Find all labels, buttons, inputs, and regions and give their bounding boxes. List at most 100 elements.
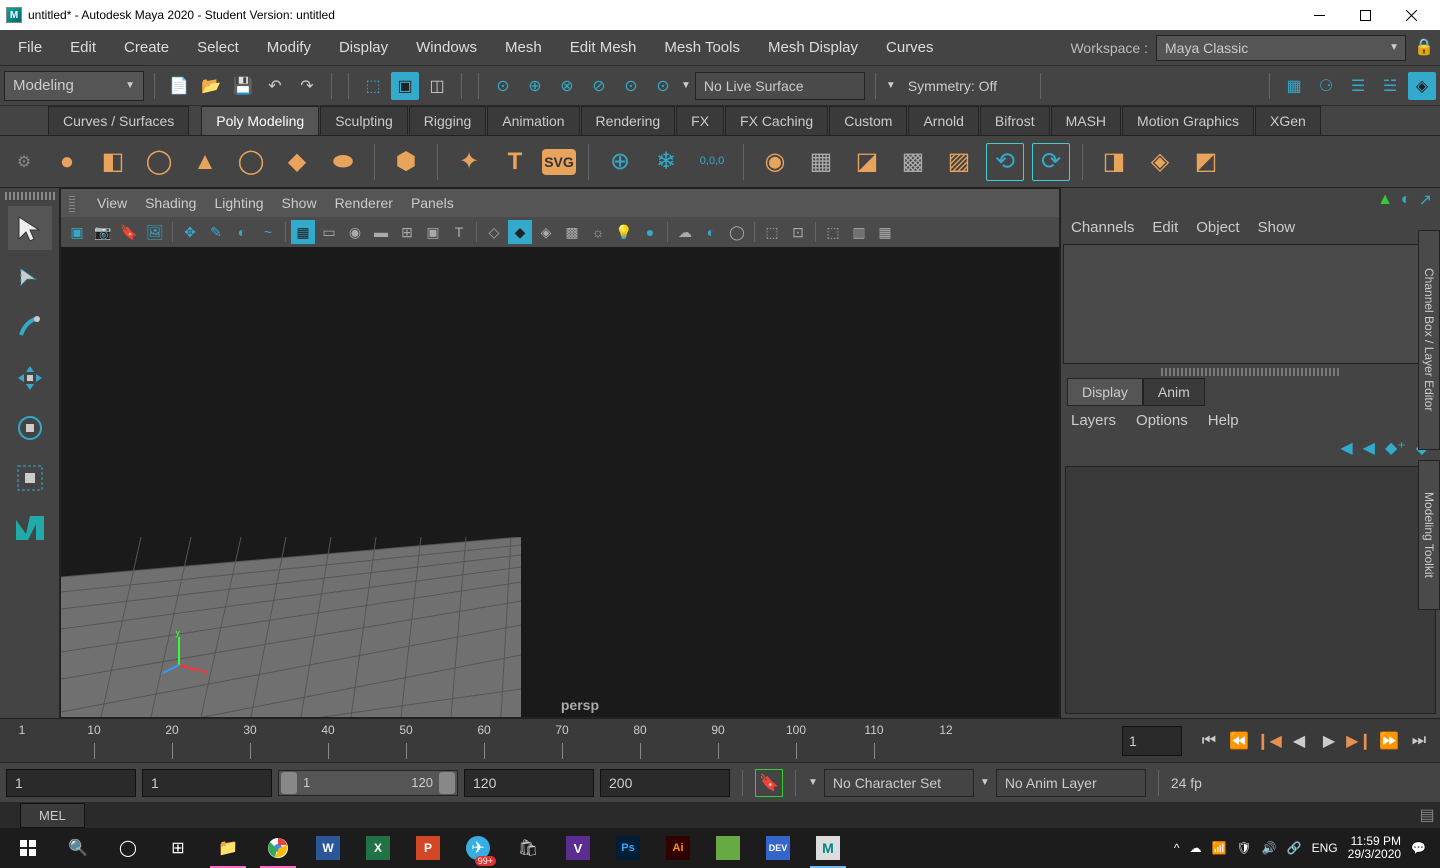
tray-wifi-icon[interactable]: 📶 — [1212, 841, 1227, 855]
layer-list[interactable] — [1065, 466, 1436, 714]
poly-disc-icon[interactable]: ⬬ — [324, 143, 362, 181]
tray-notifications-icon[interactable]: 💬 — [1411, 841, 1426, 855]
extract-icon[interactable]: ◪ — [848, 143, 886, 181]
select-tool[interactable] — [8, 206, 52, 250]
vp-menu-panels[interactable]: Panels — [411, 195, 454, 211]
shelf-tab-sculpting[interactable]: Sculpting — [320, 106, 408, 135]
smooth-icon[interactable]: ▨ — [940, 143, 978, 181]
vp-gate-mask-icon[interactable]: ▬ — [369, 220, 393, 244]
vp-menu-lighting[interactable]: Lighting — [214, 195, 263, 211]
bridge-icon[interactable]: ◩ — [1187, 143, 1225, 181]
vp-grease-icon[interactable]: ✎ — [204, 220, 228, 244]
open-scene-icon[interactable]: 📂 — [197, 72, 225, 100]
vp-wire-shaded-icon[interactable]: ◈ — [534, 220, 558, 244]
menu-windows[interactable]: Windows — [402, 33, 491, 62]
menu-file[interactable]: File — [4, 33, 56, 62]
super-shape-icon[interactable]: ✦ — [450, 143, 488, 181]
range-handle-right[interactable] — [439, 772, 455, 794]
save-scene-icon[interactable]: 💾 — [229, 72, 257, 100]
select-component-icon[interactable]: ◫ — [423, 72, 451, 100]
type-tool-icon[interactable]: T — [496, 143, 534, 181]
snap-curve-icon[interactable]: ⊕ — [521, 72, 549, 100]
vp-field-chart-icon[interactable]: ⊞ — [395, 220, 419, 244]
maya-home-icon[interactable] — [8, 506, 52, 550]
layer-menu-layers[interactable]: Layers — [1071, 412, 1116, 429]
boolean-icon[interactable]: ▩ — [894, 143, 932, 181]
script-editor-icon[interactable]: ▤ — [1414, 805, 1440, 825]
viewport-3d[interactable]: x y z persp — [61, 247, 1059, 717]
vp-bookmark-icon[interactable]: 🔖 — [117, 220, 141, 244]
new-scene-icon[interactable]: 📄 — [165, 72, 193, 100]
tray-clock[interactable]: 11:59 PM 29/3/2020 — [1348, 835, 1401, 861]
sync-icon[interactable]: ◐ — [1401, 191, 1411, 209]
platonic-icon[interactable]: ⬢ — [387, 143, 425, 181]
side-tab-toolkit[interactable]: Modeling Toolkit — [1418, 460, 1440, 610]
current-frame-field[interactable]: 1 — [1122, 726, 1182, 756]
menu-mesh-display[interactable]: Mesh Display — [754, 33, 872, 62]
close-button[interactable] — [1388, 0, 1434, 30]
character-set-dropdown[interactable]: No Character Set — [824, 769, 974, 797]
taskbar-chrome[interactable] — [254, 828, 302, 868]
extrude-icon[interactable]: ◨ — [1095, 143, 1133, 181]
taskbar-devcpp[interactable]: DEV — [754, 828, 802, 868]
range-handle-left[interactable] — [281, 772, 297, 794]
layer-tab-anim[interactable]: Anim — [1143, 378, 1205, 406]
step-forward-icon[interactable]: ▶❙ — [1346, 728, 1372, 754]
shelf-tab-fx[interactable]: FX — [676, 106, 724, 135]
snap-point-icon[interactable]: ⊗ — [553, 72, 581, 100]
popout-icon[interactable]: ↗ — [1419, 190, 1432, 210]
axis-mini-icon[interactable]: ▲ — [1377, 191, 1393, 209]
drag-handle[interactable] — [5, 192, 55, 200]
vp-lights-icon[interactable]: ☼ — [586, 220, 610, 244]
anim-start-field[interactable]: 1 — [6, 769, 136, 797]
poly-sphere-icon[interactable]: ● — [48, 143, 86, 181]
mirror-icon[interactable]: ⟲ — [986, 143, 1024, 181]
taskbar-visualstudio[interactable]: V — [554, 828, 602, 868]
shelf-tab-custom[interactable]: Custom — [829, 106, 907, 135]
live-surface-field[interactable]: No Live Surface — [695, 72, 865, 100]
playback-start-field[interactable]: 1 — [142, 769, 272, 797]
taskbar-excel[interactable]: X — [354, 828, 402, 868]
taskbar-explorer[interactable]: 📁 — [204, 828, 252, 868]
menu-mesh[interactable]: Mesh — [491, 33, 556, 62]
move-tool[interactable] — [8, 356, 52, 400]
vp-menu-view[interactable]: View — [97, 195, 127, 211]
shelf-gear-icon[interactable]: ⚙ — [10, 148, 38, 176]
taskbar-photoshop[interactable]: Ps — [604, 828, 652, 868]
poly-cylinder-icon[interactable]: ◯ — [140, 143, 178, 181]
taskbar-illustrator[interactable]: Ai — [654, 828, 702, 868]
panel-divider[interactable] — [1161, 368, 1340, 376]
go-end-icon[interactable]: ⏭ — [1406, 728, 1432, 754]
layer-menu-options[interactable]: Options — [1136, 412, 1188, 429]
snap-plane-icon[interactable]: ⊘ — [585, 72, 613, 100]
taskbar-store[interactable]: 🛍 — [504, 828, 552, 868]
menu-mesh-tools[interactable]: Mesh Tools — [650, 33, 754, 62]
reset-icon[interactable]: 0,0,0 — [693, 143, 731, 181]
tray-sync-icon[interactable]: 🔗 — [1287, 841, 1302, 855]
menu-edit-mesh[interactable]: Edit Mesh — [556, 33, 651, 62]
pivot-icon[interactable]: ⊕ — [601, 143, 639, 181]
auto-key-icon[interactable]: 🔖 — [755, 769, 783, 797]
toggle-5-icon[interactable]: ◈ — [1408, 72, 1436, 100]
shelf-tab-xgen[interactable]: XGen — [1255, 106, 1321, 135]
vp-wireframe-icon[interactable]: ◇ — [482, 220, 506, 244]
vp-motion-trail-icon[interactable]: ~ — [256, 220, 280, 244]
tray-language[interactable]: ENG — [1312, 841, 1338, 855]
time-track[interactable]: 1 10 20 30 40 50 60 70 80 90 100 110 12 — [0, 719, 1116, 763]
vp-xray-icon[interactable]: ⊡ — [786, 220, 810, 244]
toggle-2-icon[interactable]: ⚆ — [1312, 72, 1340, 100]
toggle-1-icon[interactable]: ▦ — [1280, 72, 1308, 100]
command-input[interactable] — [85, 802, 1414, 828]
bevel-icon[interactable]: ◈ — [1141, 143, 1179, 181]
taskbar-app-green[interactable] — [704, 828, 752, 868]
menu-select[interactable]: Select — [183, 33, 253, 62]
play-back-icon[interactable]: ◀ — [1286, 728, 1312, 754]
vp-safe-action-icon[interactable]: ▣ — [421, 220, 445, 244]
retopo-icon[interactable]: ⟳ — [1032, 143, 1070, 181]
taskbar-powerpoint[interactable]: P — [404, 828, 452, 868]
layer-tab-display[interactable]: Display — [1067, 378, 1143, 406]
cortana-icon[interactable]: ◯ — [104, 828, 152, 868]
menu-set-dropdown[interactable]: Modeling▼ — [4, 71, 144, 101]
vp-image-plane-icon[interactable]: 🖼 — [143, 220, 167, 244]
vp-safe-title-icon[interactable]: T — [447, 220, 471, 244]
